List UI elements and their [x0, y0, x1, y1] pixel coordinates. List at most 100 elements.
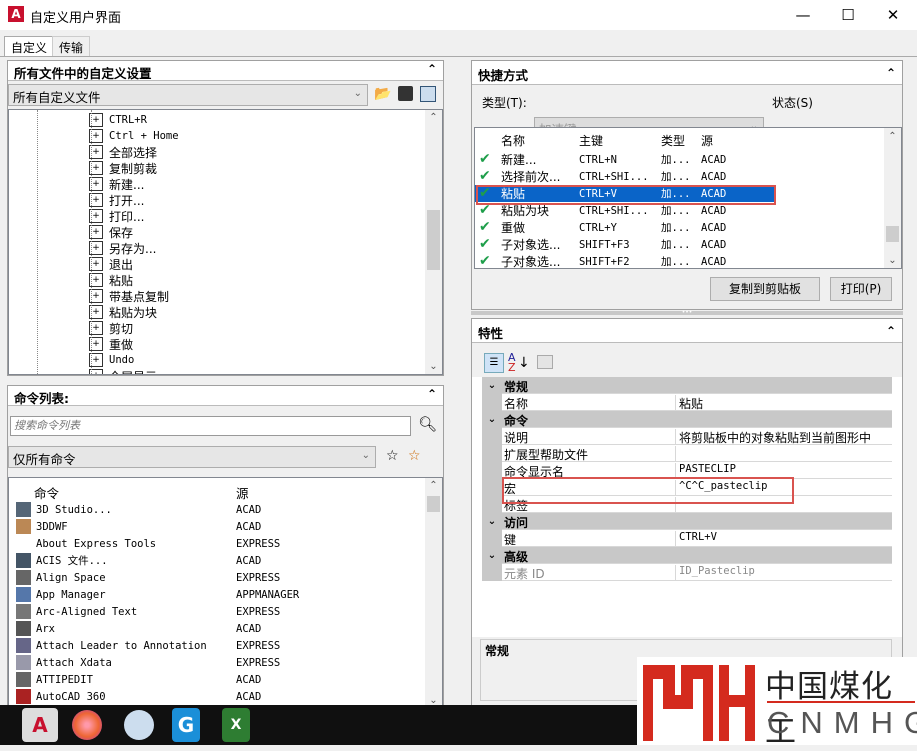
search-icon[interactable]: 🔍︎	[418, 415, 437, 433]
scroll-up-icon[interactable]: ⌃	[425, 112, 442, 123]
tree-item[interactable]: + 带基点复制	[89, 288, 169, 304]
chevron-down-icon[interactable]: ⌄	[482, 411, 502, 428]
scroll-thumb[interactable]	[427, 496, 440, 512]
property-category[interactable]: ⌄ 访问	[482, 513, 892, 530]
command-name[interactable]: ACIS 文件...	[36, 552, 108, 569]
shortcut-row[interactable]: ✔ 子对象选... SHIFT+F2 加... ACAD	[475, 253, 775, 268]
property-row[interactable]: 键 CTRL+V	[482, 530, 892, 547]
scroll-up-icon[interactable]: ⌃	[425, 480, 442, 491]
shortcut-row[interactable]: ✔ 新建... CTRL+N 加... ACAD	[475, 151, 775, 168]
tree-item[interactable]: + 打开...	[89, 192, 144, 208]
command-search-input[interactable]	[10, 416, 411, 436]
scroll-up-icon[interactable]: ⌃	[884, 131, 901, 142]
property-value[interactable]: ID_Pasteclip	[675, 565, 755, 581]
property-row[interactable]: 元素 ID ID_Pasteclip	[482, 564, 892, 581]
tree-item[interactable]: + 保存	[89, 224, 133, 240]
app-taskbar-icon[interactable]	[124, 710, 154, 740]
tree-item[interactable]: + 剪切	[89, 320, 133, 336]
scroll-down-icon[interactable]: ⌄	[884, 255, 901, 266]
tree-item[interactable]: + CTRL+R	[89, 112, 147, 128]
command-filter-select[interactable]: 仅所有命令 ⌄	[8, 446, 376, 468]
alphabetical-sort-icon[interactable]: AZ	[508, 352, 516, 373]
shortcut-row[interactable]: ✔ 重做 CTRL+Y 加... ACAD	[475, 219, 775, 236]
property-pages-icon[interactable]	[537, 355, 553, 369]
tree-item[interactable]: + 粘贴为块	[89, 304, 157, 320]
scroll-down-icon[interactable]: ⌄	[425, 361, 442, 372]
shortcuts-scrollbar[interactable]: ⌃ ⌄	[884, 128, 901, 268]
command-name[interactable]: Align Space	[36, 569, 106, 586]
partial-file-icon[interactable]	[420, 86, 436, 102]
tab-transfer[interactable]: 传输	[52, 36, 91, 56]
property-category[interactable]: ⌄ 常规	[482, 377, 892, 394]
command-list[interactable]: 命令 源 ⌃ ⌄ 3D Studio... ACAD 3DDWF ACAD About E…	[8, 477, 443, 707]
scroll-thumb[interactable]	[427, 210, 440, 270]
excel-taskbar-icon[interactable]: X	[222, 708, 250, 742]
column-header[interactable]: 名称	[501, 132, 525, 149]
column-header[interactable]: 主键	[579, 132, 603, 149]
collapse-icon[interactable]: ⌃	[427, 62, 437, 76]
autocad-taskbar-icon[interactable]: A	[22, 708, 58, 742]
new-command-star-icon[interactable]: ☆	[408, 448, 421, 464]
tree-item[interactable]: + 粘贴	[89, 272, 133, 288]
g-app-taskbar-icon[interactable]: G	[172, 708, 200, 742]
command-name[interactable]: Attach Leader to Annotation	[36, 637, 207, 654]
collapse-icon[interactable]: ⌃	[886, 324, 896, 338]
tree-item[interactable]: + 复制剪裁	[89, 160, 157, 176]
copy-to-clipboard-button[interactable]: 复制到剪贴板	[710, 277, 820, 301]
tree-item[interactable]: + 另存为...	[89, 240, 156, 256]
file-select[interactable]: 所有自定义文件 ⌄	[8, 84, 368, 106]
chevron-down-icon[interactable]: ⌄	[482, 547, 502, 564]
command-name[interactable]: Arc-Aligned Text	[36, 603, 137, 620]
collapse-icon[interactable]: ⌃	[427, 387, 437, 401]
property-row[interactable]: 扩展型帮助文件	[482, 445, 892, 462]
tree-item[interactable]: + Undo	[89, 352, 134, 368]
command-name[interactable]: 3D Studio...	[36, 501, 112, 518]
command-name[interactable]: Attach Xdata	[36, 654, 112, 671]
command-name[interactable]: App Manager	[36, 586, 106, 603]
find-star-icon[interactable]: ☆	[386, 448, 399, 464]
firefox-taskbar-icon[interactable]	[72, 710, 102, 740]
tree-item[interactable]: + 打印...	[89, 208, 144, 224]
shortcut-row[interactable]: ✔ 选择前次... CTRL+SHI... 加... ACAD	[475, 168, 775, 185]
tree-item[interactable]: + 新建...	[89, 176, 144, 192]
chevron-down-icon[interactable]: ⌄	[482, 377, 502, 394]
scroll-thumb[interactable]	[886, 226, 899, 242]
command-name[interactable]: AutoCAD 360	[36, 688, 106, 705]
property-value[interactable]: 粘贴	[675, 395, 703, 411]
property-value[interactable]: 将剪贴板中的对象粘贴到当前图形中	[675, 429, 871, 445]
open-file-icon[interactable]: 📂	[374, 86, 391, 102]
property-row[interactable]: 说明 将剪贴板中的对象粘贴到当前图形中	[482, 428, 892, 445]
command-name[interactable]: ATTIPEDIT	[36, 671, 93, 688]
column-header[interactable]: 源	[701, 132, 713, 149]
save-icon[interactable]	[398, 86, 413, 101]
customization-tree[interactable]: ⌃ ⌄ + CTRL+R + Ctrl + Home + 全部选择 + 复制剪裁 + 新建... + 打…	[8, 109, 443, 375]
panel-splitter[interactable]: •••	[471, 310, 903, 316]
property-value[interactable]: CTRL+V	[675, 531, 717, 547]
chevron-down-icon[interactable]: ⌄	[482, 513, 502, 530]
tree-item[interactable]: + Ctrl + Home	[89, 128, 179, 144]
command-list-scrollbar[interactable]: ⌃ ⌄	[425, 478, 442, 706]
collapse-icon[interactable]: ⌃	[886, 66, 896, 80]
tree-item[interactable]: + 退出	[89, 256, 133, 272]
command-name[interactable]: 3DDWF	[36, 518, 68, 535]
command-name[interactable]: About Express Tools	[36, 535, 156, 552]
property-category[interactable]: ⌄ 高级	[482, 547, 892, 564]
column-header-command[interactable]: 命令	[34, 484, 59, 501]
column-header[interactable]: 类型	[661, 132, 685, 149]
property-value[interactable]	[675, 446, 679, 462]
print-button[interactable]: 打印(P)	[830, 277, 892, 301]
minimize-button[interactable]: —	[780, 0, 826, 30]
tab-customize[interactable]: 自定义	[4, 36, 55, 56]
tree-scrollbar[interactable]: ⌃ ⌄	[425, 110, 442, 374]
column-header-source[interactable]: 源	[236, 484, 249, 501]
property-category[interactable]: ⌄ 命令	[482, 411, 892, 428]
property-row[interactable]: 名称 粘贴	[482, 394, 892, 411]
close-button[interactable]: ✕	[870, 0, 916, 30]
tree-item[interactable]: +全屏显示	[89, 368, 157, 374]
tree-item[interactable]: + 全部选择	[89, 144, 157, 160]
tree-item[interactable]: + 重做	[89, 336, 133, 352]
categorized-icon[interactable]: ☰	[484, 353, 504, 373]
command-name[interactable]: Arx	[36, 620, 55, 637]
maximize-button[interactable]: ☐	[825, 0, 871, 30]
shortcut-row[interactable]: ✔ 子对象选... SHIFT+F3 加... ACAD	[475, 236, 775, 253]
